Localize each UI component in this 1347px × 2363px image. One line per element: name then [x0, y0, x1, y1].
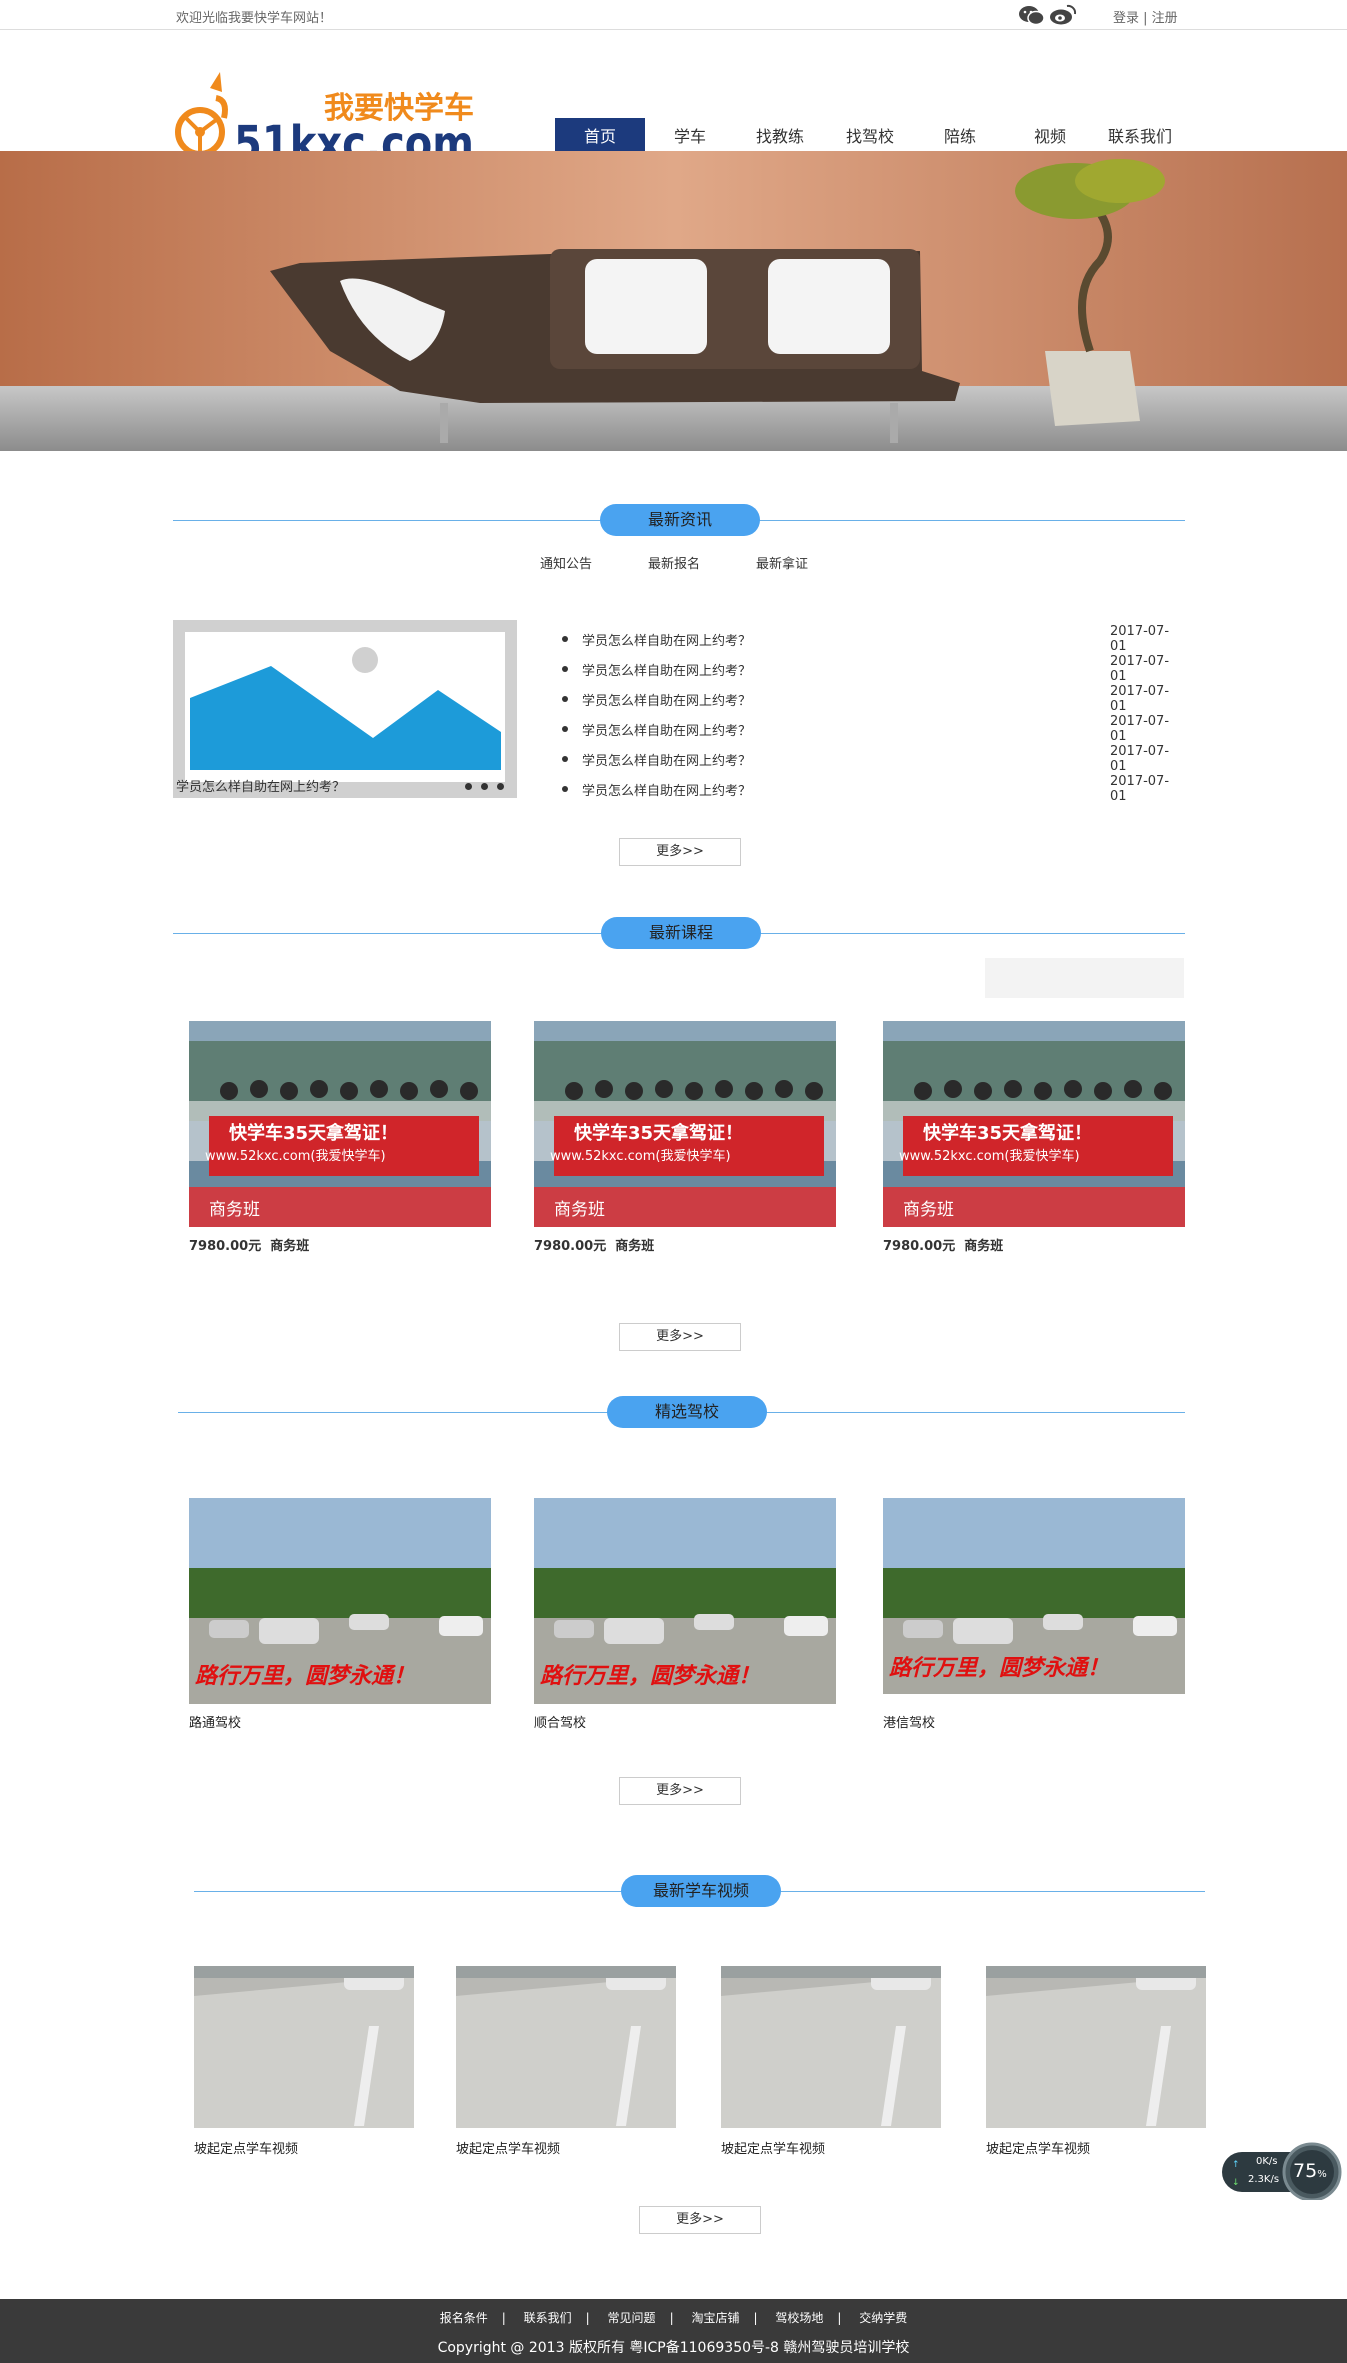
top-bar: 欢迎光临我要快学车网站！ 登录 | 注册 [0, 0, 1347, 30]
course-badge: 商务班 [554, 1200, 605, 1220]
news-slider-dots [465, 783, 504, 790]
course-card[interactable]: 快学车35天拿驾证！ www.52kxc.com(我爱快学车) 商务班 7980… [534, 1021, 836, 1254]
footer-link-taobao[interactable]: 淘宝店铺 [691, 2311, 739, 2325]
network-speed-widget[interactable]: ↑ ↓ 0K/s 2.3K/s 75% [1222, 2140, 1344, 2202]
schools-more-button[interactable]: 更多>> [619, 1777, 741, 1805]
school-name[interactable]: 顺合驾校 [534, 1712, 836, 1731]
school-image[interactable]: 路行万里，圆梦永通！ [534, 1498, 836, 1704]
videos-more-button[interactable]: 更多>> [639, 2206, 761, 2234]
school-name[interactable]: 路通驾校 [189, 1712, 491, 1731]
login-link[interactable]: 登录 [1113, 11, 1139, 26]
list-item[interactable]: 学员怎么样自助在网上约考？ 2017-07-01 [560, 654, 1180, 684]
video-title[interactable]: 坡起定点学车视频 [986, 2138, 1206, 2157]
footer-link-faq[interactable]: 常见问题 [608, 2311, 656, 2325]
news-more-button[interactable]: 更多>> [619, 838, 741, 866]
video-title[interactable]: 坡起定点学车视频 [194, 2138, 414, 2157]
course-card[interactable]: 快学车35天拿驾证！ www.52kxc.com(我爱快学车) 商务班 7980… [883, 1021, 1185, 1254]
video-thumbnail[interactable] [721, 1966, 941, 2128]
list-item[interactable]: 学员怎么样自助在网上约考？ 2017-07-01 [560, 684, 1180, 714]
list-item[interactable]: 学员怎么样自助在网上约考？ 2017-07-01 [560, 744, 1180, 774]
tab-notice[interactable]: 通知公告 [540, 553, 592, 572]
course-card[interactable]: 快学车35天拿驾证！ www.52kxc.com(我爱快学车) 商务班 7980… [189, 1021, 491, 1254]
header: 我要快学车 51kxc.com 首页 学车 找教练 找驾校 陪练 视频 联系我们 [0, 30, 1347, 170]
video-card[interactable]: 坡起定点学车视频 [194, 1966, 414, 2157]
image-placeholder-icon [185, 632, 505, 782]
footer-links: 报名条件 | 联系我们 | 常见问题 | 淘宝店铺 | 驾校场地 | 交纳学费 [439, 2311, 908, 2325]
course-price: 7980.00元 [189, 1239, 262, 1254]
schools-title: 精选驾校 [607, 1396, 767, 1428]
school-card[interactable]: 路行万里，圆梦永通！ 路通驾校 [189, 1498, 491, 1731]
news-image-placeholder[interactable] [173, 620, 517, 798]
list-item[interactable]: 学员怎么样自助在网上约考？ 2017-07-01 [560, 774, 1180, 804]
school-card[interactable]: 路行万里，圆梦永通！ 港信驾校 [883, 1498, 1185, 1731]
course-name[interactable]: 商务班 [270, 1239, 309, 1254]
footer-link-venue[interactable]: 驾校场地 [775, 2311, 823, 2325]
news-image-caption: 学员怎么样自助在网上约考？ [176, 780, 346, 795]
news-title: 最新资讯 [600, 504, 760, 536]
footer: 报名条件 | 联系我们 | 常见问题 | 淘宝店铺 | 驾校场地 | 交纳学费 Copyr… [0, 2299, 1347, 2363]
kangaroo-icon [175, 72, 228, 157]
tab-latest-license[interactable]: 最新拿证 [756, 553, 808, 572]
video-title[interactable]: 坡起定点学车视频 [456, 2138, 676, 2157]
course-badge: 商务班 [903, 1200, 954, 1220]
course-image[interactable]: 快学车35天拿驾证！ www.52kxc.com(我爱快学车) 商务班 [534, 1021, 836, 1227]
download-speed: 2.3K/s [1248, 2174, 1280, 2185]
video-card[interactable]: 坡起定点学车视频 [721, 1966, 941, 2157]
social-icons [1019, 4, 1077, 26]
courses-title: 最新课程 [601, 917, 761, 949]
course-name[interactable]: 商务班 [615, 1239, 654, 1254]
course-price: 7980.00元 [534, 1239, 607, 1254]
news-list: 学员怎么样自助在网上约考？ 2017-07-01 学员怎么样自助在网上约考？ 201… [560, 624, 1180, 804]
course-name[interactable]: 商务班 [964, 1239, 1003, 1254]
footer-link-requirements[interactable]: 报名条件 [440, 2311, 488, 2325]
news-tabs: 通知公告 最新报名 最新拿证 [540, 553, 808, 572]
videos-title: 最新学车视频 [621, 1875, 781, 1907]
course-image[interactable]: 快学车35天拿驾证！ www.52kxc.com(我爱快学车) 商务班 [189, 1021, 491, 1227]
school-name[interactable]: 港信驾校 [883, 1712, 1185, 1731]
courses-more-button[interactable]: 更多>> [619, 1323, 741, 1351]
video-thumbnail[interactable] [986, 1966, 1206, 2128]
videos-section-title: 最新学车视频 [194, 1875, 1205, 1907]
register-link[interactable]: 注册 [1152, 11, 1178, 26]
video-title[interactable]: 坡起定点学车视频 [721, 2138, 941, 2157]
copyright-text: Copyright @ 2013 版权所有 粤ICP备11069350号-8 赣… [437, 2340, 910, 2356]
footer-link-tuition[interactable]: 交纳学费 [859, 2311, 907, 2325]
school-image[interactable]: 路行万里，圆梦永通！ [883, 1498, 1185, 1694]
video-thumbnail[interactable] [456, 1966, 676, 2128]
weibo-icon[interactable] [1050, 4, 1077, 25]
banner-image [0, 151, 1347, 451]
upload-speed: 0K/s [1256, 2156, 1278, 2167]
course-price: 7980.00元 [883, 1239, 956, 1254]
news-section-title: 最新资讯 [173, 504, 1185, 536]
schools-section-title: 精选驾校 [178, 1396, 1185, 1428]
hero-banner [0, 151, 1347, 451]
video-thumbnail[interactable] [194, 1966, 414, 2128]
footer-link-contact[interactable]: 联系我们 [524, 2311, 572, 2325]
course-image[interactable]: 快学车35天拿驾证！ www.52kxc.com(我爱快学车) 商务班 [883, 1021, 1185, 1227]
courses-section-title: 最新课程 [173, 917, 1185, 949]
speed-percent: 75% [1293, 2160, 1327, 2182]
list-item[interactable]: 学员怎么样自助在网上约考？ 2017-07-01 [560, 624, 1180, 654]
tab-latest-signup[interactable]: 最新报名 [648, 553, 700, 572]
video-card[interactable]: 坡起定点学车视频 [456, 1966, 676, 2157]
svg-text:↑: ↑ [1232, 2160, 1240, 2170]
video-card[interactable]: 坡起定点学车视频 [986, 1966, 1206, 2157]
school-image[interactable]: 路行万里，圆梦永通！ [189, 1498, 491, 1704]
courses-search-box[interactable] [985, 958, 1184, 998]
wechat-icon[interactable] [1019, 6, 1045, 26]
course-badge: 商务班 [209, 1200, 260, 1220]
welcome-text: 欢迎光临我要快学车网站！ [176, 11, 333, 26]
svg-text:↓: ↓ [1232, 2178, 1240, 2188]
list-item[interactable]: 学员怎么样自助在网上约考？ 2017-07-01 [560, 714, 1180, 744]
school-card[interactable]: 路行万里，圆梦永通！ 顺合驾校 [534, 1498, 836, 1731]
auth-links: 登录 | 注册 [1113, 11, 1178, 26]
